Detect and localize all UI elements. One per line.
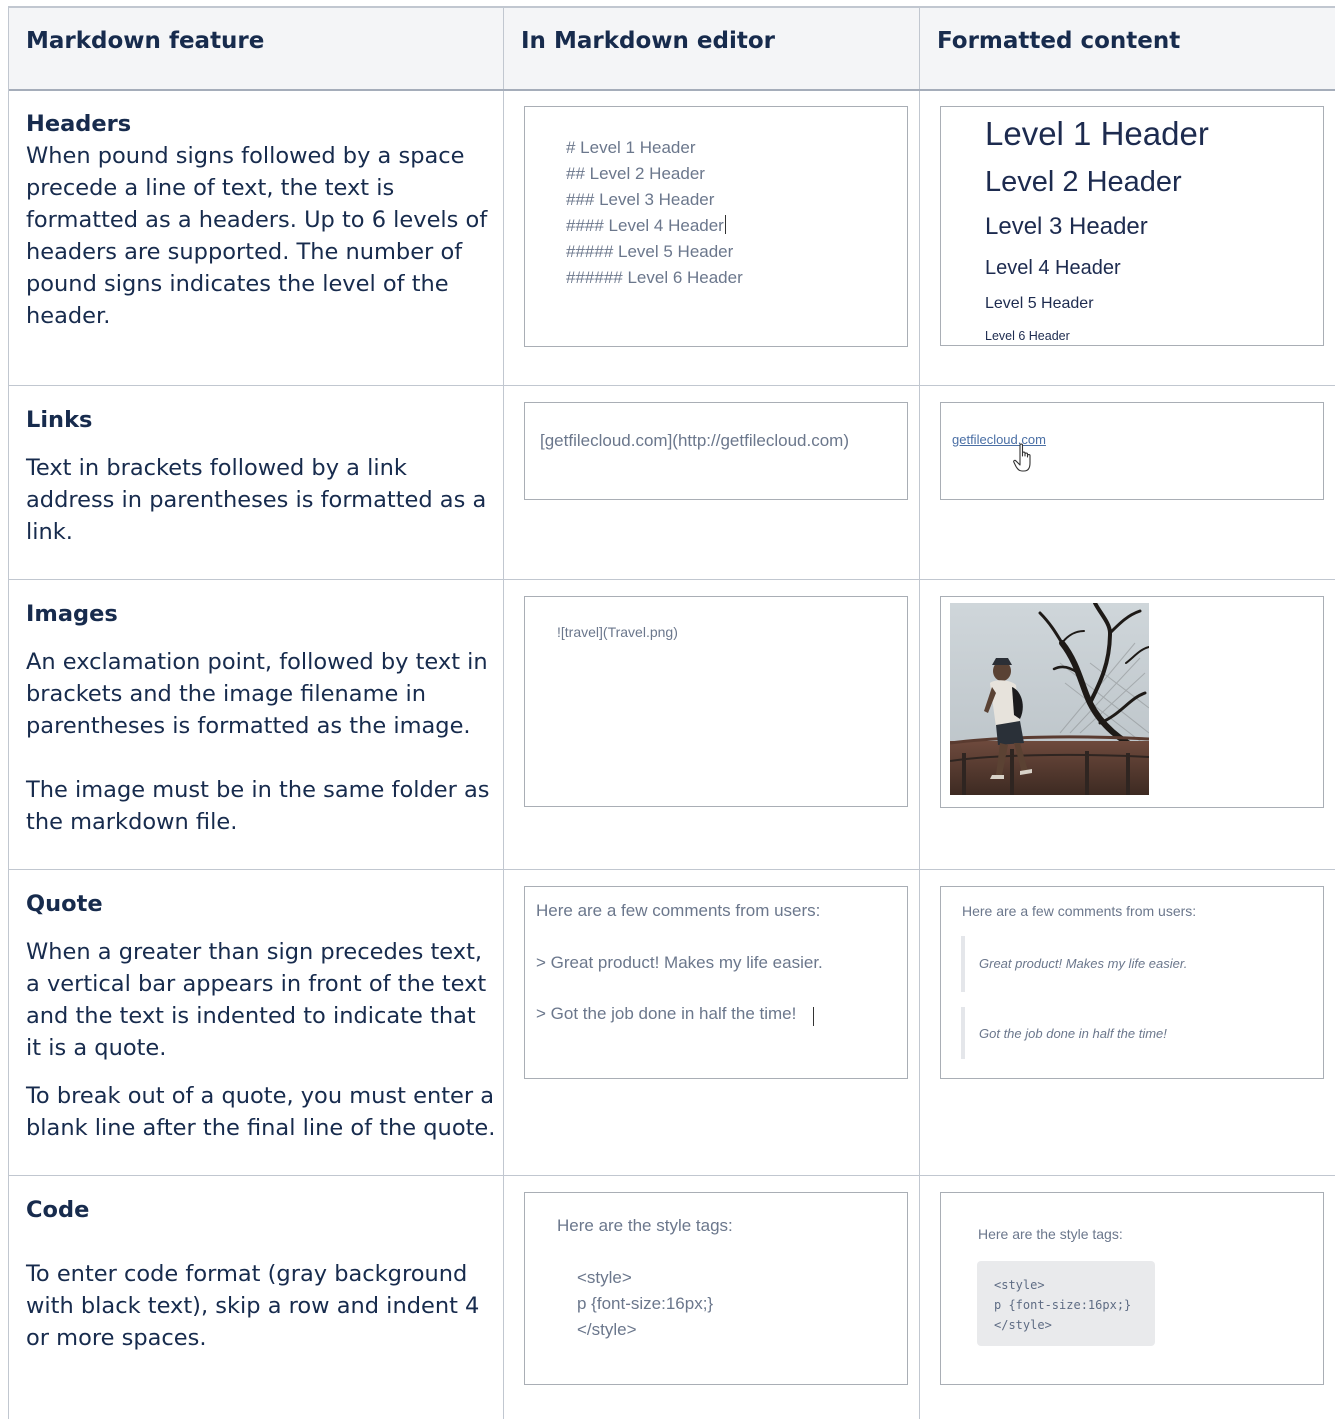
editor-text: <style> — [577, 1268, 632, 1287]
feature-title: Headers — [26, 111, 132, 137]
formatted-preview-quote: Here are a few comments from users: Grea… — [940, 886, 1324, 1079]
formatted-preview-headers: Level 1 Header Level 2 Header Level 3 He… — [940, 106, 1324, 346]
feature-description: When pound signs followed by a space pre… — [26, 143, 488, 329]
feature-cell-images: Images An exclamation point, followed by… — [26, 598, 496, 838]
feature-description: An exclamation point, followed by text i… — [26, 649, 488, 739]
level-6-header: Level 6 Header — [985, 329, 1070, 343]
feature-cell-quote: Quote When a greater than sign precedes … — [26, 888, 496, 1144]
editor-text: > Great product! Makes my life easier. — [536, 953, 823, 972]
header-divider — [9, 89, 1335, 91]
feature-title: Quote — [26, 891, 103, 917]
column-header-formatted: Formatted content — [937, 28, 1181, 54]
feature-title: Images — [26, 601, 118, 627]
feature-cell-code: Code To enter code format (gray backgrou… — [26, 1194, 496, 1354]
feature-description: To enter code format (gray background wi… — [26, 1261, 480, 1351]
feature-description: To break out of a quote, you must enter … — [26, 1083, 496, 1141]
row-divider — [9, 1175, 1335, 1176]
text-caret — [724, 215, 726, 234]
formatted-preview-images — [940, 596, 1324, 808]
travel-photo — [950, 603, 1149, 795]
editor-preview-links: [getfilecloud.com](http://getfilecloud.c… — [524, 402, 908, 500]
editor-text: p {font-size:16px;} — [577, 1294, 714, 1313]
column-divider — [503, 8, 504, 1419]
editor-preview-images: ![travel](Travel.png) — [524, 596, 908, 807]
editor-text: [getfilecloud.com](http://getfilecloud.c… — [540, 431, 849, 450]
level-3-header: Level 3 Header — [985, 213, 1148, 240]
editor-text: Here are a few comments from users: — [536, 901, 821, 920]
text-caret — [813, 1007, 814, 1026]
level-2-header: Level 2 Header — [985, 166, 1182, 198]
row-divider — [9, 869, 1335, 870]
hand-pointer-icon — [1013, 443, 1031, 472]
feature-description: Text in brackets followed by a link addr… — [26, 455, 487, 545]
blockquote: Got the job done in half the time! — [961, 1007, 1301, 1059]
feature-title: Code — [26, 1197, 90, 1223]
level-4-header: Level 4 Header — [985, 257, 1121, 279]
editor-text: ![travel](Travel.png) — [557, 624, 678, 640]
editor-text: > Got the job done in half the time! — [536, 1004, 814, 1026]
row-divider — [9, 385, 1335, 386]
editor-text: # Level 1 Header ## Level 2 Header ### Lev… — [566, 138, 743, 287]
feature-title: Links — [26, 407, 93, 433]
row-divider — [9, 579, 1335, 580]
editor-preview-quote: Here are a few comments from users: > Gr… — [524, 886, 908, 1079]
editor-preview-headers: # Level 1 Header ## Level 2 Header ### Lev… — [524, 106, 908, 347]
feature-cell-links: Links Text in brackets followed by a lin… — [26, 404, 496, 548]
formatted-text: Here are a few comments from users: — [962, 903, 1197, 919]
blockquote: Great product! Makes my life easier. — [961, 936, 1301, 992]
editor-text: Here are the style tags: — [557, 1216, 733, 1235]
column-divider — [919, 8, 920, 1419]
feature-description: When a greater than sign precedes text, … — [26, 939, 487, 1061]
formatted-preview-links: getfilecloud.com — [940, 402, 1324, 500]
editor-text: </style> — [577, 1320, 637, 1339]
level-1-header: Level 1 Header — [985, 115, 1209, 152]
formatted-preview-code: Here are the style tags: <style> p {font… — [940, 1192, 1324, 1385]
formatted-text: Here are the style tags: — [978, 1226, 1123, 1242]
column-header-editor: In Markdown editor — [521, 28, 775, 54]
feature-cell-headers: Headers When pound signs followed by a s… — [26, 108, 496, 332]
column-header-feature: Markdown feature — [26, 28, 265, 54]
markdown-feature-table: Markdown feature In Markdown editor Form… — [8, 6, 1335, 1419]
code-block: <style> p {font-size:16px;} </style> — [977, 1261, 1155, 1346]
editor-preview-code: Here are the style tags: <style> p {font… — [524, 1192, 908, 1385]
level-5-header: Level 5 Header — [985, 295, 1094, 312]
feature-description: The image must be in the same folder as … — [26, 777, 490, 835]
